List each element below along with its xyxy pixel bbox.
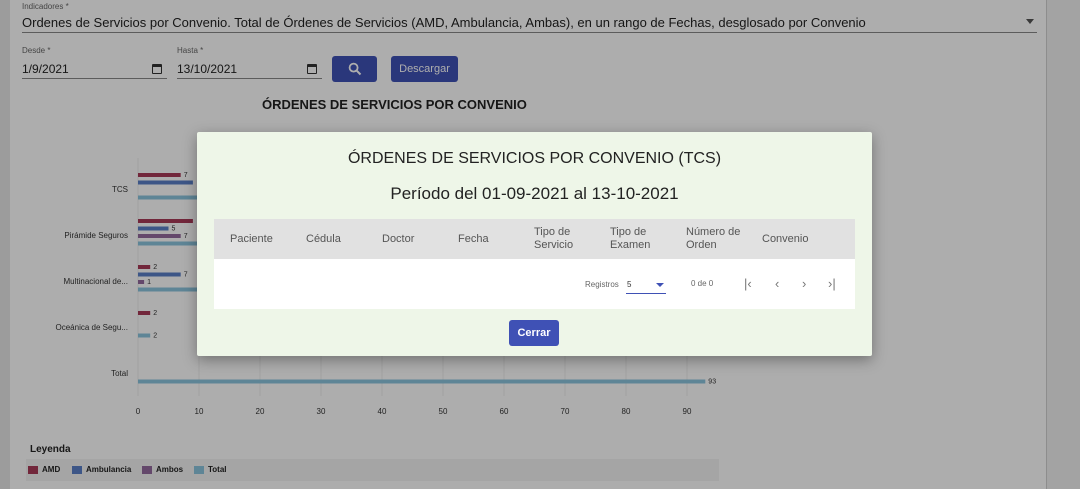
dialog-title: ÓRDENES DE SERVICIOS POR CONVENIO (TCS) [347, 150, 722, 167]
close-button[interactable]: Cerrar [509, 320, 559, 346]
prev-page-icon[interactable]: ‹ [775, 276, 779, 291]
page-size-underline [626, 293, 666, 294]
last-page-icon[interactable]: ›| [828, 276, 836, 291]
page-size-select[interactable]: 5 [627, 280, 631, 289]
column-header[interactable]: Cédula [306, 233, 341, 246]
column-header[interactable]: Fecha [458, 233, 489, 246]
dialog-period: Período del 01-09-2021 al 13-10-2021 [390, 184, 679, 203]
dropdown-arrow-icon[interactable] [656, 283, 664, 287]
next-page-icon[interactable]: › [802, 276, 806, 291]
detail-dialog: ÓRDENES DE SERVICIOS POR CONVENIO (TCS) … [197, 132, 872, 356]
table-paginator: Registros 5 0 de 0 |‹ ‹ › ›| [214, 259, 855, 309]
column-header[interactable]: Número de Orden [686, 226, 746, 252]
column-header[interactable]: Paciente [230, 233, 273, 246]
column-header[interactable]: Tipo de Servicio [534, 226, 584, 252]
page-size-label: Registros [585, 280, 619, 289]
first-page-icon[interactable]: |‹ [744, 276, 752, 291]
column-header[interactable]: Tipo de Examen [610, 226, 660, 252]
range-label: 0 de 0 [691, 279, 714, 288]
column-header[interactable]: Convenio [762, 233, 808, 246]
table-header: Paciente Cédula Doctor Fecha Tipo de Ser… [214, 219, 855, 259]
column-header[interactable]: Doctor [382, 233, 414, 246]
